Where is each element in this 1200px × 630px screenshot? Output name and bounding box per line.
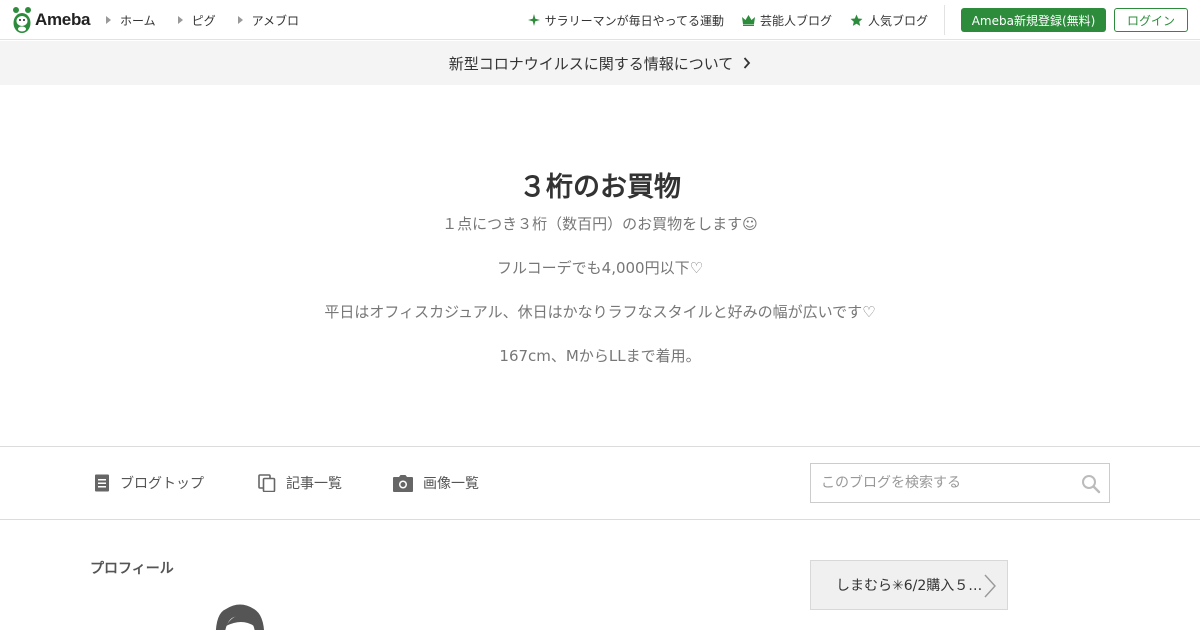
triangle-right-icon — [237, 16, 243, 24]
camera-icon — [393, 474, 413, 492]
crown-icon — [741, 14, 755, 26]
global-header: Ameba ホーム ピグ アメブロ サラリーマンが毎日やってる運動 芸能人ブログ… — [0, 0, 1200, 40]
nav-exercise-article[interactable]: サラリーマンが毎日やってる運動 — [527, 12, 724, 29]
nav-exercise-label: サラリーマンが毎日やってる運動 — [544, 13, 724, 28]
blog-description-line: フルコーデでも4,000円以下♡ — [496, 259, 704, 277]
blog-search-input[interactable] — [811, 464, 1071, 502]
blog-title[interactable]: ３桁のお買物 — [0, 165, 1200, 204]
blog-nav-entries-label: 記事一覧 — [286, 476, 342, 492]
chevron-right-icon — [984, 574, 996, 598]
register-button[interactable]: Ameba新規登録(無料) — [961, 8, 1106, 32]
star-icon — [850, 14, 863, 26]
nav-home-label: ホーム — [120, 13, 156, 28]
global-nav-left: ホーム ピグ アメブロ — [106, 0, 321, 40]
blog-description-line: 平日はオフィスカジュアル、休日はかなりラフなスタイルと好みの幅が広いです♡ — [324, 303, 876, 321]
nav-celebrity-label: 芸能人ブログ — [759, 13, 832, 28]
nav-ameblo[interactable]: アメブロ — [237, 12, 300, 29]
blog-nav-top[interactable]: ブログトップ — [94, 447, 204, 519]
blog-description-line: １点につき３桁（数百円）のお買物をします☺ — [442, 215, 758, 233]
triangle-right-icon — [106, 16, 111, 24]
ameba-logo[interactable]: Ameba — [12, 6, 90, 34]
avatar-illustration — [215, 604, 264, 630]
chevron-right-icon — [744, 57, 751, 69]
nav-pigg-label: ピグ — [191, 13, 216, 28]
nav-popular-blog[interactable]: 人気ブログ — [850, 12, 928, 29]
ameba-mascot-icon — [13, 7, 31, 33]
search-icon[interactable] — [1081, 474, 1101, 494]
nav-home[interactable]: ホーム — [106, 12, 156, 29]
nav-ameblo-label: アメブロ — [251, 13, 300, 28]
blog-nav-images[interactable]: 画像一覧 — [393, 447, 479, 519]
blog-nav-top-label: ブログトップ — [120, 476, 204, 492]
profile-heading: プロフィール — [90, 561, 174, 577]
global-nav-right: サラリーマンが毎日やってる運動 芸能人ブログ 人気ブログ — [510, 0, 928, 40]
blog-description-line: 167cm、MからLLまで着用。 — [499, 347, 701, 365]
document-icon — [95, 474, 109, 492]
blog-nav-entries[interactable]: 記事一覧 — [258, 447, 342, 519]
copy-icon — [258, 474, 276, 492]
nav-pigg[interactable]: ピグ — [177, 12, 216, 29]
sparkle-icon — [527, 14, 540, 26]
blog-search-box — [810, 463, 1110, 503]
login-button[interactable]: ログイン — [1114, 8, 1188, 32]
next-entry-link[interactable]: しまむら✳6/2購入５… — [810, 560, 1008, 610]
avatar[interactable] — [212, 604, 268, 630]
header-divider — [944, 5, 945, 35]
blog-header: ３桁のお買物 １点につき３桁（数百円）のお買物をします☺ フルコーデでも4,00… — [0, 85, 1200, 446]
logo-text: Ameba — [35, 10, 91, 29]
nav-popular-label: 人気ブログ — [867, 13, 928, 28]
blog-nav-images-label: 画像一覧 — [423, 476, 479, 492]
next-entry-label: しまむら✳6/2購入５… — [836, 578, 983, 594]
triangle-right-icon — [177, 16, 183, 24]
nav-celebrity-blog[interactable]: 芸能人ブログ — [741, 12, 832, 29]
blog-nav: ブログトップ 記事一覧 画像一覧 — [0, 446, 1200, 520]
covid-notice-text: 新型コロナウイルスに関する情報について — [448, 54, 734, 73]
covid-notice-bar[interactable]: 新型コロナウイルスに関する情報について — [0, 41, 1200, 85]
